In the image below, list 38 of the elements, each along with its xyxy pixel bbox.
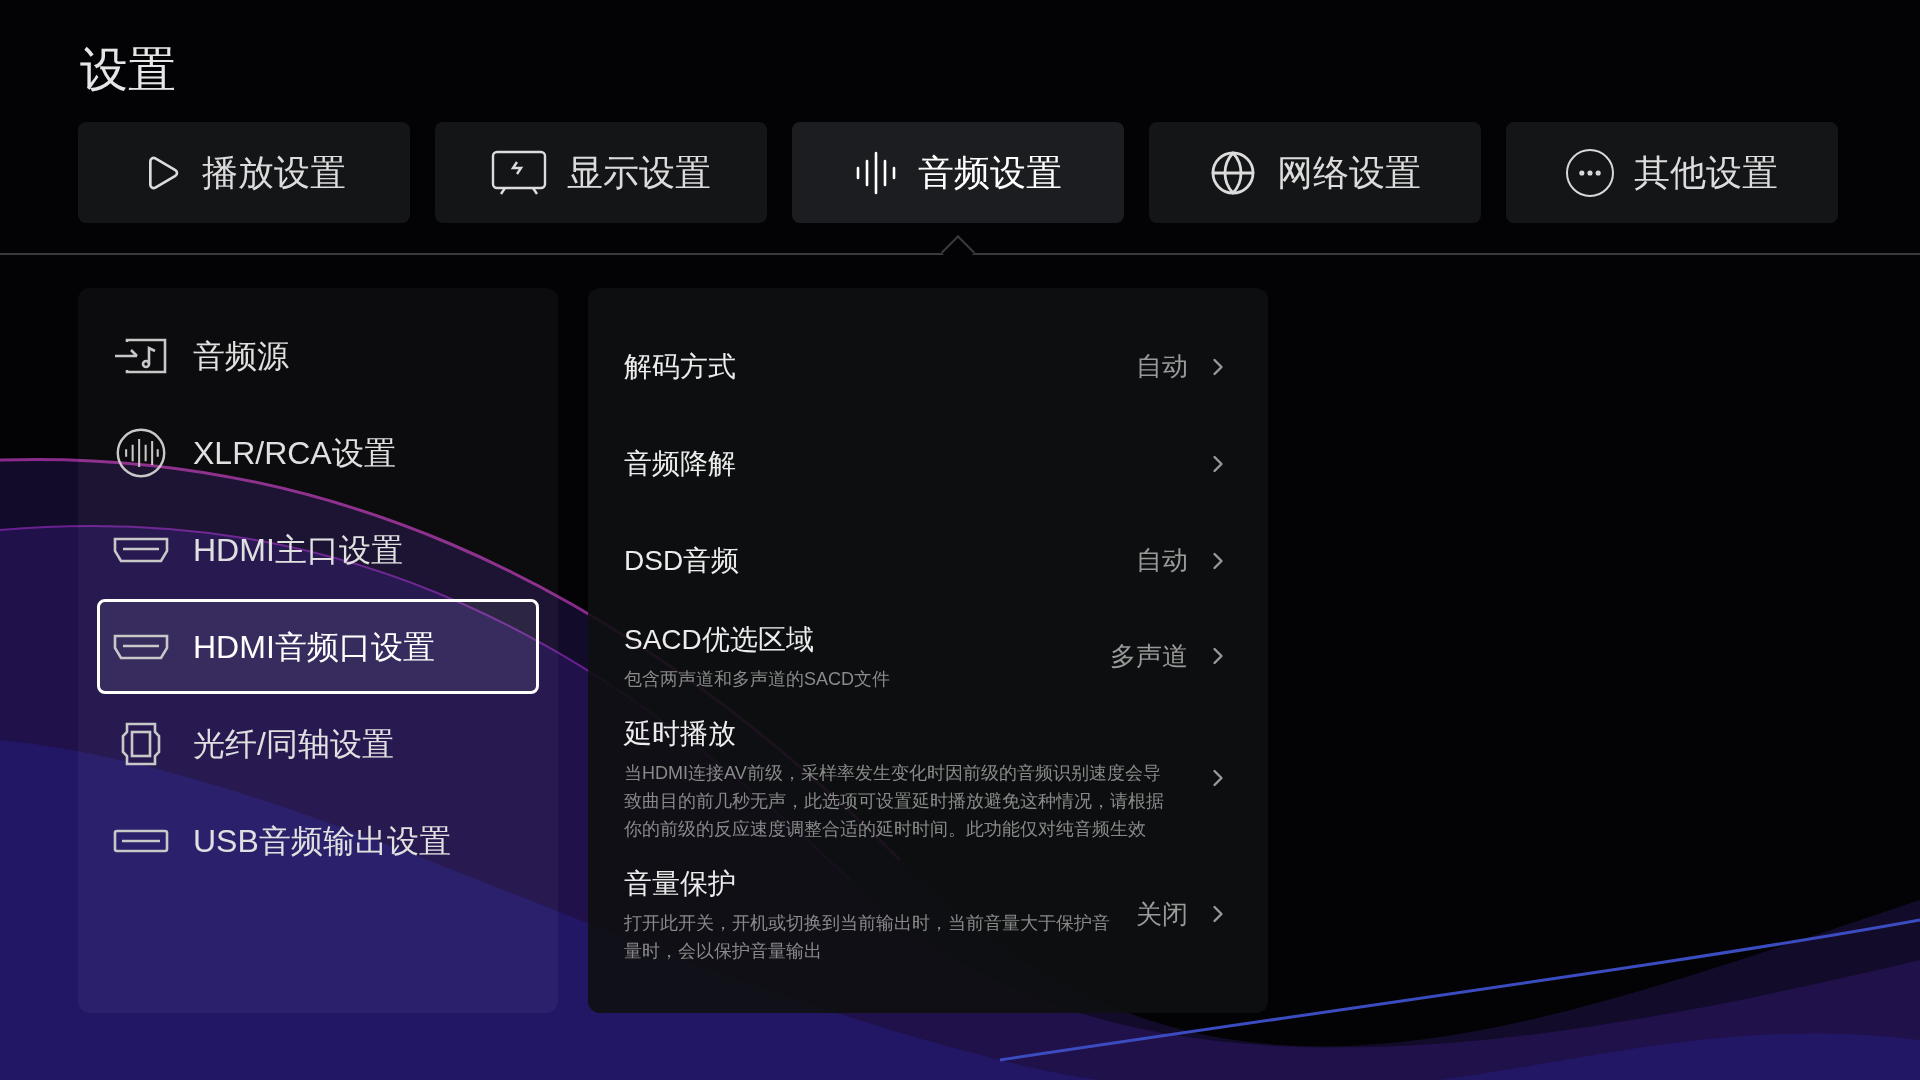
sound-wave-icon xyxy=(115,426,167,479)
setting-title: 音量保护 xyxy=(624,867,737,901)
monitor-icon xyxy=(491,149,547,196)
setting-description: 包含两声道和多声道的SACD文件 xyxy=(624,668,891,691)
settings-row[interactable]: 解码方式 自动 xyxy=(624,318,1232,415)
setting-title: 延时播放 xyxy=(624,717,737,751)
sidebar-item[interactable]: XLR/RCA设置 xyxy=(97,405,539,500)
setting-description: 当HDMI连接AV前级，采样率发生变化时因前级的音频识别速度会导致曲目的前几秒无声，此选项可设置延时播放避免这种情况，请根据你的前级的反应速度调整合适的延时时间。此功能仅对纯音频生效 xyxy=(624,762,1164,841)
setting-description: 打开此开关，开机或切换到当前输出时，当前音量大于保护音量时，会以保护音量输出 xyxy=(624,912,1111,963)
settings-tab[interactable]: 网络设置 xyxy=(1149,122,1481,223)
settings-row[interactable]: DSD音频 自动 xyxy=(624,512,1232,609)
settings-tab[interactable]: 音频设置 xyxy=(792,122,1124,223)
sidebar-item[interactable]: 光纤/同轴设置 xyxy=(97,696,539,791)
sidebar-item[interactable]: 音频源 xyxy=(97,308,539,403)
sidebar-item[interactable]: HDMI主口设置 xyxy=(97,502,539,597)
setting-title: DSD音频 xyxy=(624,543,741,578)
sidebar-item[interactable]: USB音频输出设置 xyxy=(97,793,539,888)
sidebar-item[interactable]: HDMI音频口设置 xyxy=(97,599,539,694)
setting-value: 自动 xyxy=(1136,544,1188,577)
settings-row[interactable]: SACD优选区域 包含两声道和多声道的SACD文件 多声道 xyxy=(624,609,1232,703)
hdmi-port-icon xyxy=(113,632,169,661)
usb-port-icon xyxy=(113,828,169,853)
hdmi-port-icon xyxy=(113,535,169,564)
sound-wave-icon xyxy=(854,150,898,195)
setting-title: SACD优选区域 xyxy=(624,623,815,657)
page-title: 设置 xyxy=(80,42,176,98)
setting-value: 多声道 xyxy=(1110,639,1188,673)
settings-row[interactable]: 音频降解 xyxy=(624,415,1232,512)
settings-tab[interactable]: 其他设置 xyxy=(1506,122,1838,223)
setting-value: 关闭 xyxy=(1136,897,1188,931)
setting-title: 解码方式 xyxy=(624,349,737,384)
setting-title: 音频降解 xyxy=(624,446,737,481)
settings-row[interactable]: 音量保护 打开此开关，开机或切换到当前输出时，当前音量大于保护音量时，会以保护音量输出 关闭 xyxy=(624,853,1232,975)
settings-tab[interactable]: 显示设置 xyxy=(435,122,767,223)
more-icon xyxy=(1566,148,1614,197)
settings-tab[interactable]: 播放设置 xyxy=(78,122,410,223)
setting-value: 自动 xyxy=(1136,350,1188,383)
settings-row[interactable]: 延时播放 当HDMI连接AV前级，采样率发生变化时因前级的音频识别速度会导致曲目的前几秒无声，此选项可设置延时播放避免这种情况，请根据你的前级的反应速度调整合适的延时时间。此功能仅对纯音频生效 xyxy=(624,703,1232,853)
